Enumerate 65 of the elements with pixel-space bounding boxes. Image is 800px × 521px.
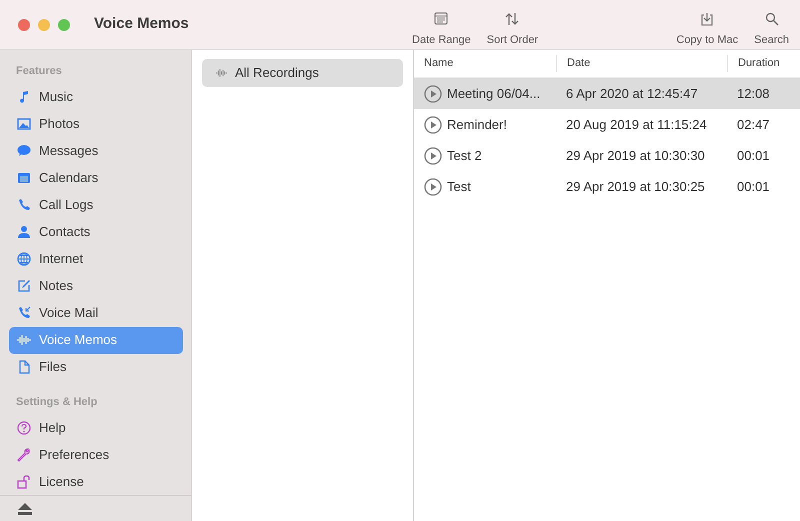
- date-range-button[interactable]: Date Range: [407, 12, 476, 49]
- sidebar-item[interactable]: Help: [9, 414, 183, 441]
- section-heading: Features: [15, 64, 63, 79]
- sidebar-item[interactable]: Music: [9, 84, 183, 110]
- unlock-icon: [17, 474, 31, 488]
- table-row[interactable]: Test 29 Apr 2019 at 10:30:25 00:01: [414, 171, 800, 202]
- section-heading: Settings & Help: [15, 394, 98, 410]
- music-note-icon: [17, 90, 31, 104]
- recording-name: Reminder!: [447, 116, 507, 134]
- search-button[interactable]: Search: [749, 12, 794, 49]
- download-icon: [700, 12, 714, 26]
- eject-icon[interactable]: [18, 502, 32, 514]
- play-icon[interactable]: [424, 178, 442, 196]
- phone-icon: [17, 306, 31, 320]
- sidebar-item[interactable]: Files: [9, 354, 183, 380]
- table-cell-text: 02:47: [736, 116, 771, 134]
- copy-to-mac-button[interactable]: Copy to Mac: [671, 12, 744, 49]
- person-icon: [17, 225, 31, 239]
- table-cell-text: 12:08: [736, 84, 771, 103]
- table-cell-text: 20 Aug 2019 at 11:15:24: [565, 116, 708, 134]
- help-icon: [17, 420, 31, 434]
- sidebar-item[interactable]: License: [9, 468, 183, 495]
- document-icon: [17, 360, 31, 374]
- table-cell-text: 00:01: [736, 178, 771, 196]
- column-header[interactable]: Date: [556, 55, 727, 72]
- sidebar-item[interactable]: Internet: [9, 246, 183, 272]
- table-cell-text: 29 Apr 2019 at 10:30:30: [565, 146, 706, 165]
- recording-name: Test: [447, 178, 471, 196]
- recording-name: Meeting 06/04...: [447, 84, 540, 103]
- play-icon[interactable]: [424, 146, 442, 164]
- table-cell-text: 00:01: [736, 146, 771, 165]
- sort-arrows-icon: [505, 12, 520, 26]
- calendar-icon: [17, 171, 31, 185]
- sidebar-item[interactable]: Messages: [9, 138, 183, 164]
- calendar-icon: [434, 12, 448, 26]
- photo-icon: [17, 117, 31, 131]
- sidebar-item[interactable]: Notes: [9, 272, 183, 300]
- column-header[interactable]: Duration: [727, 55, 800, 72]
- sidebar-item[interactable]: Voice Mail: [9, 300, 183, 326]
- sidebar-item[interactable]: Preferences: [9, 441, 183, 468]
- speech-bubble-icon: [17, 144, 31, 158]
- close-window-button[interactable]: [18, 18, 30, 30]
- play-icon[interactable]: [424, 84, 442, 102]
- table-row[interactable]: Meeting 06/04... 6 Apr 2020 at 12:45:47 12:08: [414, 78, 800, 109]
- edit-icon: [17, 279, 31, 293]
- globe-icon: [17, 252, 31, 266]
- phone-icon: [17, 198, 31, 212]
- wrench-icon: [17, 448, 31, 462]
- waveform-icon: [216, 67, 227, 79]
- recording-name: Test 2: [447, 146, 482, 165]
- sidebar-item[interactable]: Call Logs: [9, 192, 183, 218]
- table-cell-text: 29 Apr 2019 at 10:30:25: [565, 178, 706, 196]
- sidebar-item[interactable]: Photos: [9, 110, 183, 138]
- column-header[interactable]: Name: [414, 55, 556, 72]
- sidebar-item[interactable]: Contacts: [9, 218, 183, 246]
- window-title: Voice Memos: [94, 14, 189, 34]
- table-row[interactable]: Reminder! 20 Aug 2019 at 11:15:24 02:47: [414, 109, 800, 140]
- sidebar-item[interactable]: Calendars: [9, 164, 183, 192]
- folder-item[interactable]: All Recordings: [202, 59, 403, 87]
- waveform-icon: [17, 333, 31, 347]
- table-row[interactable]: Test 2 29 Apr 2019 at 10:30:30 00:01: [414, 140, 800, 171]
- sort-order-button[interactable]: Sort Order: [482, 12, 544, 49]
- table-cell-text: 6 Apr 2020 at 12:45:47: [565, 84, 699, 103]
- play-icon[interactable]: [424, 116, 442, 134]
- search-icon: [764, 12, 779, 26]
